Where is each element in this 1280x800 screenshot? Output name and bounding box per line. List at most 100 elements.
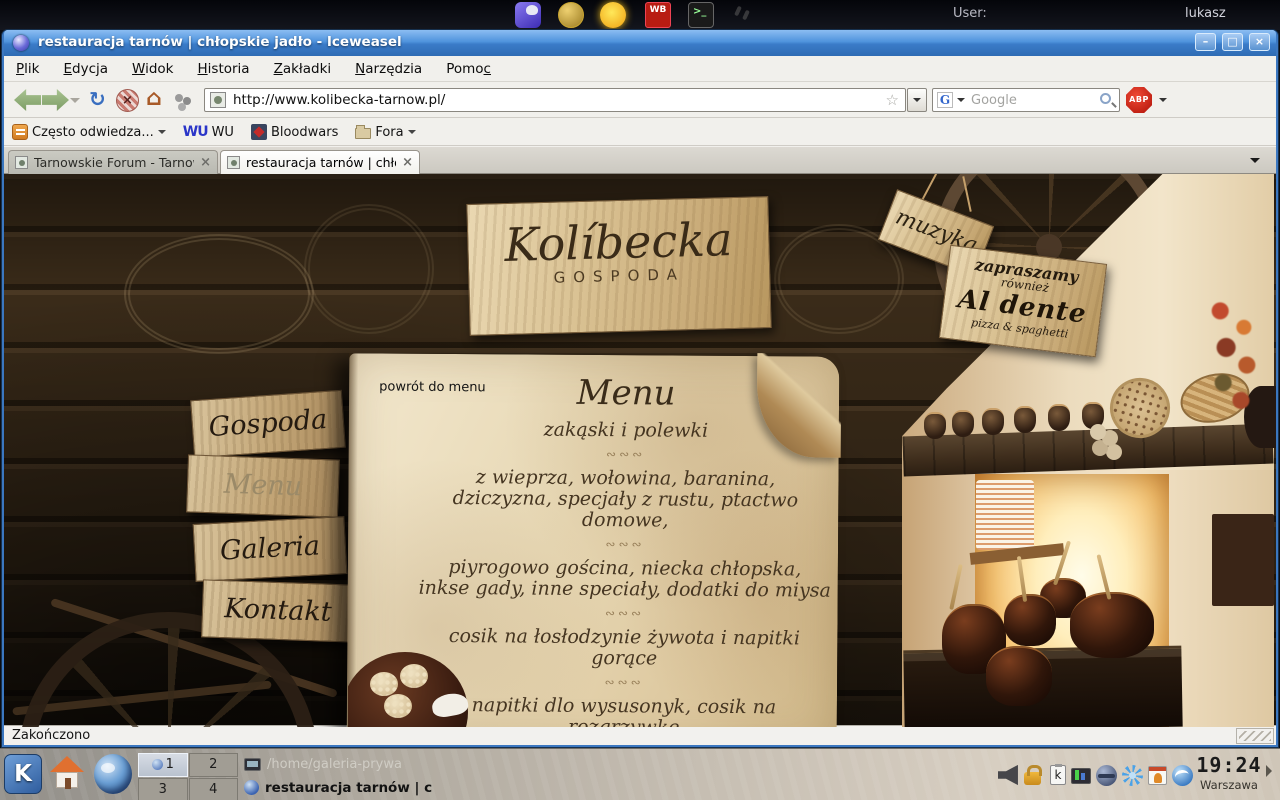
site-favicon bbox=[210, 92, 226, 108]
menu-category-link[interactable]: napitki dlo wysusonyk, cosik na rozgrzyw… bbox=[415, 695, 833, 727]
bookmark-label: Bloodwars bbox=[271, 125, 338, 140]
window-dot-icon bbox=[152, 759, 163, 770]
menu-category-link[interactable]: cosik na łosłodzynie żywota i napitki go… bbox=[415, 626, 833, 671]
tab-close-icon[interactable]: × bbox=[200, 155, 211, 170]
nav-galeria[interactable]: Galeria bbox=[193, 516, 348, 582]
organizer-icon[interactable] bbox=[1148, 766, 1167, 785]
nav-kontakt[interactable]: Kontakt bbox=[201, 579, 355, 642]
tab-tarnowskie-forum[interactable]: Tarnowskie Forum - Tarnows... × bbox=[8, 150, 218, 174]
search-placeholder[interactable]: Google bbox=[971, 93, 1017, 108]
maximize-button[interactable]: □ bbox=[1222, 33, 1243, 51]
bookmark-fora[interactable]: Fora bbox=[355, 125, 415, 140]
display-monitor-icon[interactable] bbox=[1071, 768, 1091, 784]
panel-clock[interactable]: 19:24 Warszawa bbox=[1196, 753, 1262, 792]
menu-edycja[interactable]: Edycja bbox=[63, 61, 108, 77]
status-bar: Zakończono bbox=[4, 725, 1276, 745]
tab-strip: Tarnowskie Forum - Tarnows... × restaura… bbox=[4, 147, 1276, 174]
taskbar-item-restauracja[interactable]: restauracja tarnów | c bbox=[244, 776, 664, 799]
resize-grip[interactable] bbox=[1236, 728, 1274, 744]
bookmark-star-icon[interactable]: ☆ bbox=[886, 91, 899, 109]
search-engine-icon[interactable]: G bbox=[937, 92, 953, 108]
adblock-button[interactable]: ABP bbox=[1126, 87, 1152, 113]
coin-icon[interactable] bbox=[558, 2, 584, 28]
terminal-icon[interactable]: >_ bbox=[688, 2, 714, 28]
system-tray: k bbox=[998, 763, 1193, 787]
minimize-button[interactable]: – bbox=[1195, 33, 1216, 51]
bloodwars-icon bbox=[251, 124, 267, 140]
site-logo-sign: Kolíbecka GOSPODA bbox=[466, 196, 771, 336]
menu-narzedzia[interactable]: Narzędzia bbox=[355, 61, 422, 77]
pager-desktop-3[interactable]: 3 bbox=[138, 778, 188, 800]
menu-zakladki[interactable]: Zakładki bbox=[274, 61, 332, 77]
chevron-down-icon bbox=[408, 130, 416, 138]
adblock-dropdown-icon[interactable] bbox=[1159, 98, 1167, 106]
menu-category-link[interactable]: dziczyzna, specjały z rustu, ptactwo dom… bbox=[416, 488, 834, 533]
cube-pet-icon[interactable] bbox=[515, 2, 541, 28]
menu-widok[interactable]: Widok bbox=[132, 61, 173, 77]
search-engine-dropdown-icon[interactable] bbox=[955, 92, 967, 108]
nav-menu[interactable]: Menu bbox=[186, 454, 340, 517]
mixer-icon[interactable] bbox=[1096, 765, 1117, 786]
menu-list: Menu zakąski i polewki ∾∾∾ z wieprza, wo… bbox=[414, 362, 835, 727]
tab-title: restauracja tarnów | chłopski... bbox=[246, 155, 396, 170]
clay-jar bbox=[982, 408, 1004, 435]
menu-historia[interactable]: Historia bbox=[198, 61, 250, 77]
weather-icon[interactable] bbox=[1122, 765, 1143, 786]
nav-label: Kontakt bbox=[202, 580, 354, 641]
chevron-down-icon bbox=[158, 130, 166, 138]
ornament-divider: ∾∾∾ bbox=[415, 674, 833, 691]
klipper-icon[interactable]: k bbox=[1050, 765, 1066, 785]
sun-smiley-icon[interactable] bbox=[600, 2, 626, 28]
carved-swirl-decoration bbox=[124, 234, 314, 354]
bookmark-wu[interactable]: WU WU bbox=[183, 124, 234, 140]
back-to-menu-link[interactable]: powrót do menu bbox=[379, 380, 486, 396]
stop-button[interactable]: × bbox=[116, 89, 139, 112]
back-button[interactable] bbox=[14, 89, 41, 111]
tab-restauracja-tarnow[interactable]: restauracja tarnów | chłopski... × bbox=[220, 150, 420, 174]
nav-label: Gospoda bbox=[191, 391, 345, 457]
history-dropdown-icon[interactable] bbox=[70, 98, 80, 108]
tab-close-icon[interactable]: × bbox=[402, 155, 413, 170]
pager-desktop-2[interactable]: 2 bbox=[189, 753, 239, 777]
clock-time: 19:24 bbox=[1196, 753, 1262, 777]
search-box[interactable]: G Google bbox=[932, 88, 1120, 112]
close-button[interactable]: × bbox=[1249, 33, 1270, 51]
forward-button[interactable] bbox=[42, 89, 69, 111]
menu-plik[interactable]: Plik bbox=[16, 61, 39, 77]
lock-icon[interactable] bbox=[1024, 772, 1041, 785]
window-controls: – □ × bbox=[1195, 33, 1270, 51]
pager-desktop-1[interactable]: 1 bbox=[138, 753, 188, 777]
navigation-toolbar: ↻ × ⌂ http://www.kolibecka-tarnow.pl/ ☆ … bbox=[4, 82, 1276, 118]
bookmark-often-visited[interactable]: Często odwiedza... bbox=[12, 124, 166, 140]
home-launcher-button[interactable] bbox=[48, 754, 86, 794]
panel-hide-arrow[interactable] bbox=[1266, 765, 1278, 777]
browser-launcher-button[interactable] bbox=[94, 754, 132, 794]
kmenu-button[interactable]: K bbox=[4, 754, 42, 794]
bloodwars-wb-icon[interactable]: WB bbox=[645, 2, 671, 28]
globe-icon[interactable] bbox=[1172, 765, 1193, 786]
taskbar-item-galeria[interactable]: /home/galeria-prywa bbox=[244, 753, 664, 776]
clay-pot bbox=[1004, 594, 1056, 646]
wall-niche bbox=[1212, 514, 1274, 606]
bookmark-bloodwars[interactable]: Bloodwars bbox=[251, 124, 338, 140]
reload-button[interactable]: ↻ bbox=[89, 87, 106, 111]
search-icon[interactable] bbox=[1100, 93, 1111, 104]
url-text[interactable]: http://www.kolibecka-tarnow.pl/ bbox=[233, 92, 445, 108]
tab-list-dropdown-icon[interactable] bbox=[1250, 158, 1260, 168]
volume-icon[interactable] bbox=[998, 765, 1019, 786]
history-folder-icon bbox=[12, 124, 28, 140]
url-dropdown-button[interactable] bbox=[907, 88, 927, 112]
plugin-icon[interactable] bbox=[175, 94, 183, 102]
pager-desktop-4[interactable]: 4 bbox=[189, 778, 239, 800]
menu-category-link[interactable]: inkse gady, inne speciały, dodatki do mi… bbox=[416, 578, 834, 602]
al-dente-sign-link[interactable]: zapraszamy również Al dente pizza & spag… bbox=[939, 245, 1107, 358]
window-titlebar[interactable]: restauracja tarnów | chłopskie jadło - I… bbox=[4, 30, 1276, 56]
home-button[interactable]: ⌂ bbox=[146, 87, 162, 111]
desktop-mark bbox=[734, 6, 742, 17]
menu-category-link[interactable]: zakąski i polewki bbox=[417, 419, 835, 443]
nav-gospoda[interactable]: Gospoda bbox=[190, 390, 346, 458]
menu-pomoc[interactable]: Pomoc bbox=[446, 61, 491, 77]
url-bar[interactable]: http://www.kolibecka-tarnow.pl/ ☆ bbox=[204, 88, 906, 112]
garlic-bunch bbox=[1090, 424, 1106, 440]
bookmarks-toolbar: Często odwiedza... WU WU Bloodwars Fora bbox=[4, 119, 1276, 146]
